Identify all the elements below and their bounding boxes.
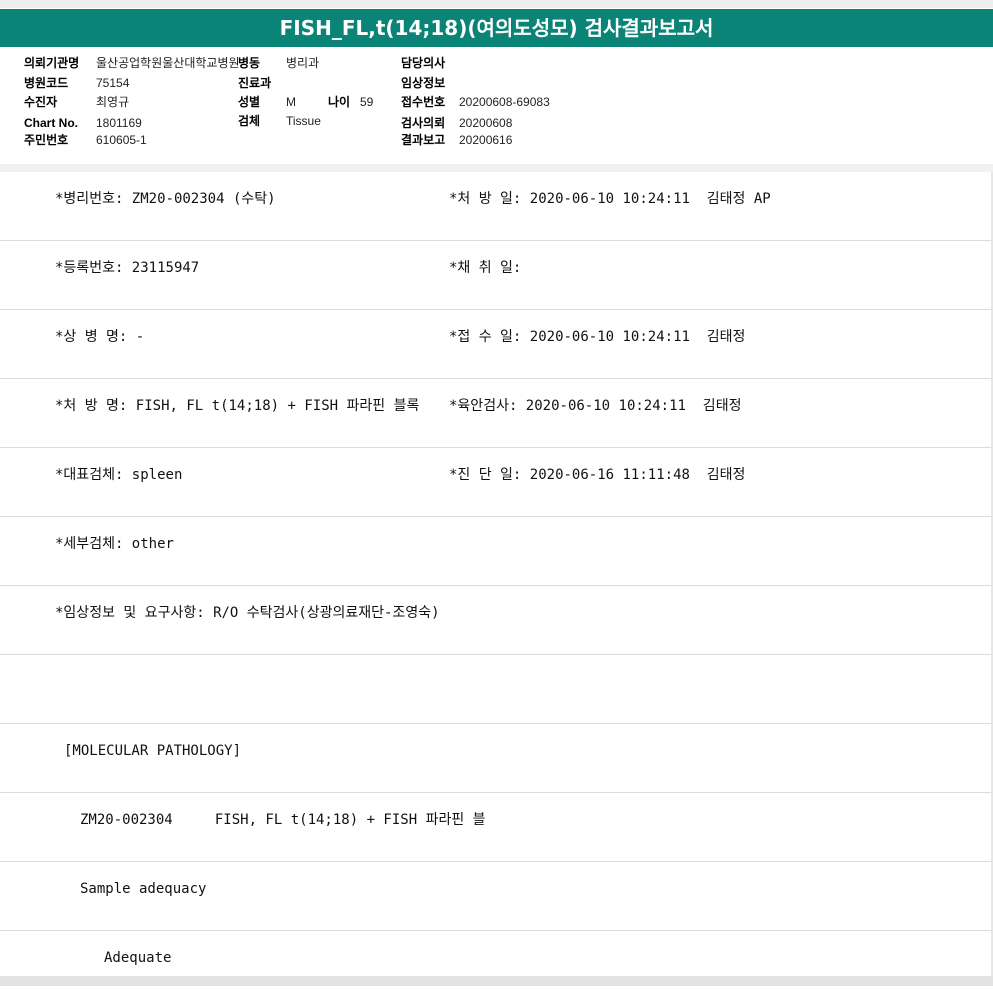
institution-label: 의뢰기관명 bbox=[24, 56, 80, 70]
age-value: 59 bbox=[360, 95, 374, 109]
sample-adequacy-value: Adequate bbox=[104, 950, 172, 966]
ward-label: 병동 bbox=[238, 56, 261, 70]
sample-adequacy-label: Sample adequacy bbox=[80, 881, 207, 897]
result-row: [MOLECULAR PATHOLOGY] bbox=[0, 724, 993, 793]
test-line: ZM20-002304 FISH, FL t(14;18) + FISH 파라핀… bbox=[80, 812, 486, 828]
pathology-no: *병리번호: ZM20-002304 (수탁) bbox=[55, 191, 276, 207]
hospital-code-label: 병원코드 bbox=[24, 76, 69, 90]
order-name: *처 방 명: FISH, FL t(14;18) + FISH 파라핀 블록 bbox=[55, 398, 420, 414]
dept-label: 진료과 bbox=[238, 76, 272, 90]
specimen-label: 검체 bbox=[238, 114, 261, 128]
order-date: *처 방 일: 2020-06-10 10:24:11 김태정 AP bbox=[449, 191, 771, 207]
collection-date: *채 취 일: bbox=[449, 260, 522, 276]
gross-exam-date: *육안검사: 2020-06-10 10:24:11 김태정 bbox=[449, 398, 742, 414]
ward-value: 병리과 bbox=[286, 56, 320, 70]
patient-value: 최영규 bbox=[96, 95, 130, 109]
report-body: *병리번호: ZM20-002304 (수탁) *처 방 일: 2020-06-… bbox=[0, 172, 993, 990]
chart-no-label: Chart No. bbox=[24, 116, 78, 130]
field-row: *등록번호: 23115947 *채 취 일: bbox=[0, 241, 993, 310]
clinical-info-label: 임상정보 bbox=[401, 76, 446, 90]
receipt-no-label: 접수번호 bbox=[401, 95, 446, 109]
primary-specimen: *대표검체: spleen bbox=[55, 467, 183, 483]
field-row: *세부검체: other bbox=[0, 517, 993, 586]
field-row: *처 방 명: FISH, FL t(14;18) + FISH 파라핀 블록 … bbox=[0, 379, 993, 448]
receipt-no-value: 20200608-69083 bbox=[459, 95, 550, 109]
report-header: 의뢰기관명 울산공업학원울산대학교병원 병동 병리과 담당의사 병원코드 751… bbox=[0, 47, 993, 165]
institution-value: 울산공업학원울산대학교병원 bbox=[96, 56, 240, 70]
chart-no-value: 1801169 bbox=[96, 116, 142, 130]
rrn-label: 주민번호 bbox=[24, 133, 69, 147]
result-row: Sample adequacy bbox=[0, 862, 993, 931]
request-label: 검사의뢰 bbox=[401, 116, 446, 130]
request-value: 20200608 bbox=[459, 116, 513, 130]
rrn-value: 610605-1 bbox=[96, 133, 147, 147]
hospital-code-value: 75154 bbox=[96, 76, 130, 90]
clinical-request: *임상정보 및 요구사항: R/O 수탁검사(상광의료재단-조영숙) bbox=[55, 605, 440, 621]
field-row: *병리번호: ZM20-002304 (수탁) *처 방 일: 2020-06-… bbox=[0, 172, 993, 241]
result-row: ZM20-002304 FISH, FL t(14;18) + FISH 파라핀… bbox=[0, 793, 993, 862]
receipt-date: *접 수 일: 2020-06-10 10:24:11 김태정 bbox=[449, 329, 746, 345]
divider-strip bbox=[0, 164, 993, 172]
sex-value: M bbox=[286, 95, 296, 109]
detail-specimen: *세부검체: other bbox=[55, 536, 174, 552]
bottom-strip bbox=[0, 976, 993, 986]
report-title: FISH_FL,t(14;18)(여의도성모) 검사결과보고서 bbox=[0, 9, 993, 47]
patient-label: 수진자 bbox=[24, 95, 58, 109]
age-label: 나이 bbox=[328, 95, 351, 109]
field-row: *대표검체: spleen *진 단 일: 2020-06-16 11:11:4… bbox=[0, 448, 993, 517]
report-value: 20200616 bbox=[459, 133, 513, 147]
section-heading: [MOLECULAR PATHOLOGY] bbox=[64, 743, 242, 759]
doctor-label: 담당의사 bbox=[401, 56, 446, 70]
field-row: *상 병 명: - *접 수 일: 2020-06-10 10:24:11 김태… bbox=[0, 310, 993, 379]
empty-row bbox=[0, 655, 993, 724]
field-row: *임상정보 및 요구사항: R/O 수탁검사(상광의료재단-조영숙) bbox=[0, 586, 993, 655]
sex-label: 성별 bbox=[238, 95, 261, 109]
diagnosis-date: *진 단 일: 2020-06-16 11:11:48 김태정 bbox=[449, 467, 746, 483]
top-strip bbox=[0, 0, 993, 8]
diagnosis-name: *상 병 명: - bbox=[55, 329, 145, 345]
specimen-value: Tissue bbox=[286, 114, 321, 128]
registration-no: *등록번호: 23115947 bbox=[55, 260, 200, 276]
report-label: 결과보고 bbox=[401, 133, 446, 147]
